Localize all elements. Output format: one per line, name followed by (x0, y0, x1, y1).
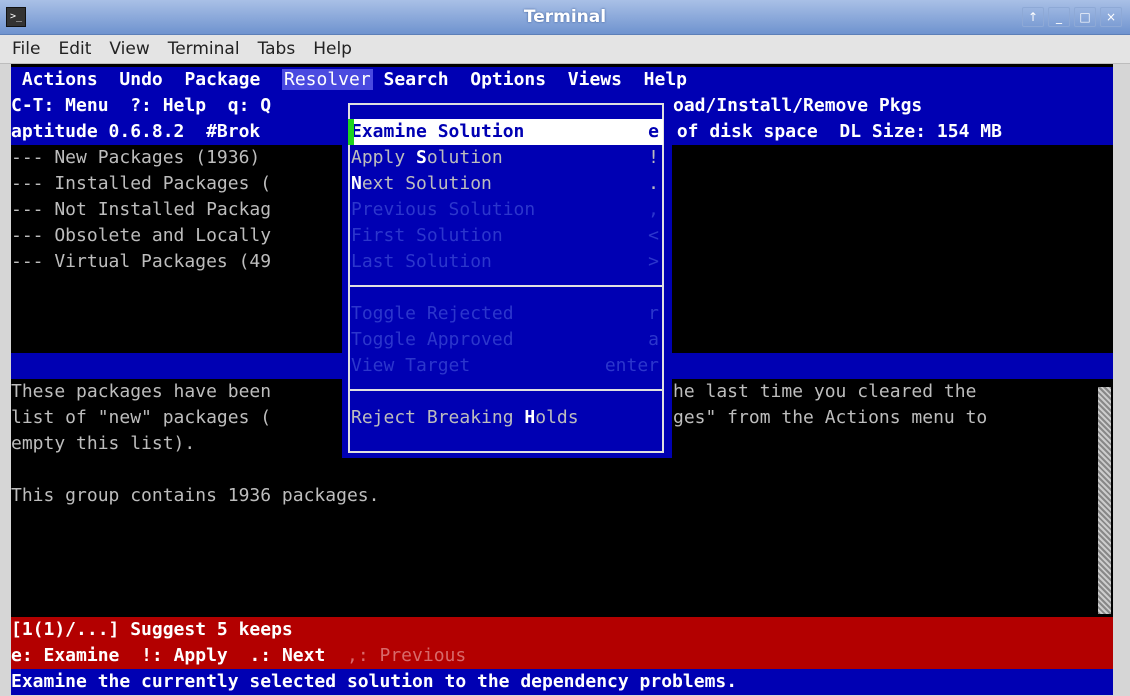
menu-item-next-solution[interactable]: Next Solution. (351, 171, 663, 197)
keyhints-left: C-T: Menu ?: Help q: Q (11, 95, 272, 116)
aptitude-menu-views[interactable]: Views (568, 69, 622, 90)
menu-terminal[interactable]: Terminal (159, 35, 249, 63)
menu-item-examine-solution[interactable]: Examine Solution e (348, 119, 663, 145)
resolver-key-previous: ,: Previous (347, 645, 467, 666)
menu-item-first-solution[interactable]: First Solution < (351, 223, 663, 249)
aptitude-menu-options[interactable]: Options (470, 69, 546, 90)
menu-item-last-solution[interactable]: Last Solution > (351, 249, 663, 275)
terminal-screen[interactable]: Actions Undo Package Resolver Search Opt… (11, 64, 1113, 695)
description-right: he last time you cleared the (673, 381, 977, 402)
description-left: list of "new" packages ( (11, 407, 272, 428)
aptitude-menubar: Actions Undo Package Resolver Search Opt… (11, 67, 1113, 93)
app-menubar: File Edit View Terminal Tabs Help (0, 35, 1130, 64)
menu-separator (348, 285, 664, 287)
group-info: This group contains 1936 packages. (11, 485, 380, 506)
menu-item-previous-solution[interactable]: Previous Solution, (351, 197, 663, 223)
minimize-button[interactable]: _ (1048, 7, 1070, 27)
menu-item-view-target[interactable]: View Target enter (351, 353, 663, 379)
aptitude-menu-undo[interactable]: Undo (119, 69, 162, 90)
close-button[interactable]: × (1100, 7, 1122, 27)
status-right: of disk space DL Size: 154 MB (666, 121, 1002, 142)
resolver-key-apply: !: Apply (141, 645, 228, 666)
keep-above-button[interactable]: ↑ (1022, 7, 1044, 27)
resolver-key-next: .: Next (249, 645, 326, 666)
menu-tabs[interactable]: Tabs (249, 35, 305, 63)
help-line: Examine the currently selected solution … (11, 669, 1113, 695)
description-left: These packages have been (11, 381, 272, 402)
menu-item-apply-solution[interactable]: Apply Solution! (351, 145, 663, 171)
menu-help[interactable]: Help (304, 35, 361, 63)
menu-item-reject-breaking-holds[interactable]: Reject Breaking Holds (351, 405, 663, 431)
maximize-button[interactable]: □ (1074, 7, 1096, 27)
window-titlebar[interactable]: >_ Terminal ↑ _ □ × (0, 0, 1130, 35)
description-scrollbar[interactable] (1098, 387, 1111, 614)
text-cursor (348, 119, 354, 145)
aptitude-menu-package[interactable]: Package (184, 69, 260, 90)
aptitude-menu-resolver[interactable]: Resolver (281, 69, 373, 90)
keyhints-right: oad/Install/Remove Pkgs (673, 95, 923, 116)
resolver-key-examine: e: Examine (11, 645, 120, 666)
aptitude-menu-actions[interactable]: Actions (22, 69, 98, 90)
menu-separator (348, 389, 664, 391)
menu-file[interactable]: File (0, 35, 49, 63)
menu-edit[interactable]: Edit (49, 35, 100, 63)
resolver-dropdown-menu: Examine Solution e Apply Solution! Next S… (342, 98, 672, 458)
resolver-status: [1(1)/...] Suggest 5 keeps (11, 617, 1113, 643)
description-right: ges" from the Actions menu to (673, 407, 988, 428)
description-left: empty this list). (11, 433, 196, 454)
menu-view[interactable]: View (100, 35, 158, 63)
window-controls: ↑ _ □ × (1022, 7, 1122, 27)
aptitude-menu-help[interactable]: Help (644, 69, 687, 90)
menu-item-toggle-approved[interactable]: Toggle Approved a (351, 327, 663, 353)
resolver-keyhints: e: Examine !: Apply .: Next ,: Previous (11, 643, 1113, 669)
window-title: Terminal (523, 7, 607, 27)
status-left: aptitude 0.6.8.2 #Brok (11, 121, 261, 142)
menu-item-toggle-rejected[interactable]: Toggle Rejected r (351, 301, 663, 327)
aptitude-menu-search[interactable]: Search (384, 69, 449, 90)
